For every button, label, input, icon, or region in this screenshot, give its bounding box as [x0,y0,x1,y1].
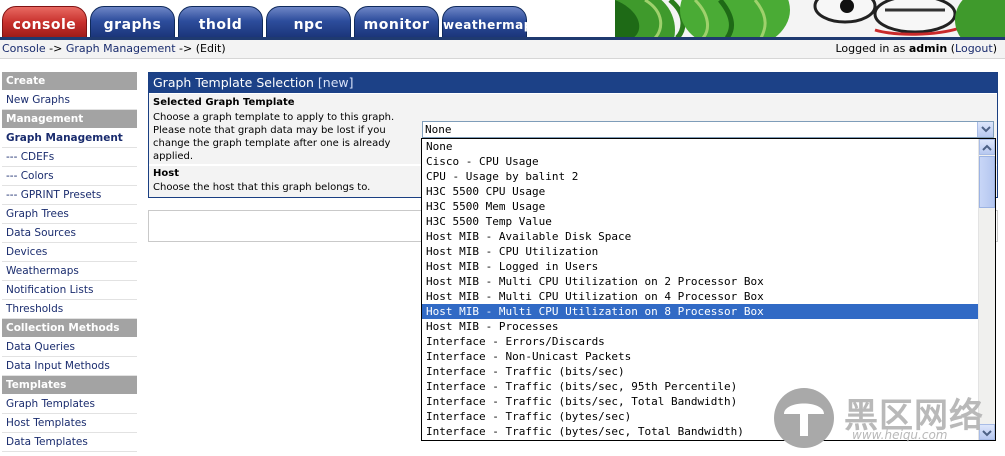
panel-title: Graph Template Selection [new] [149,73,997,93]
dropdown-option[interactable]: Host MIB - Available Disk Space [422,229,978,244]
dropdown-option[interactable]: None [422,139,978,154]
logout-link[interactable]: Logout [955,42,993,55]
dropdown-option[interactable]: Host MIB - Multi CPU Utilization on 8 Pr… [422,304,978,319]
sidebar-item-new-graphs[interactable]: New Graphs [2,91,137,110]
scrollbar-thumb[interactable] [979,156,995,208]
sidebar-item-data-sources[interactable]: Data Sources [2,224,137,243]
watermark: 黑区网络 www.heiqu.com [770,382,1000,452]
graph-template-select[interactable]: None [422,121,994,138]
chevron-down-icon[interactable] [977,122,993,137]
sidebar-item-data-templates[interactable]: Data Templates [2,433,137,452]
dropdown-option[interactable]: Interface - Non-Unicast Packets [422,349,978,364]
scroll-up-icon[interactable] [979,139,995,155]
watermark-url: www.heiqu.com [852,428,948,442]
dropdown-option[interactable]: Interface - Errors/Discards [422,334,978,349]
dropdown-option[interactable]: Host MIB - Multi CPU Utilization on 2 Pr… [422,274,978,289]
menu-header-create: Create [2,72,137,91]
host-description: Choose the host that this graph belongs … [153,182,371,193]
breadcrumb-current: (Edit) [195,42,226,55]
dropdown-option[interactable]: H3C 5500 Temp Value [422,214,978,229]
sidebar-item-gprint-presets[interactable]: --- GPRINT Presets [2,186,137,205]
cactus-logo-image [615,0,1005,38]
host-label: Host [153,168,179,179]
dropdown-option[interactable]: Host MIB - Processes [422,319,978,334]
breadcrumb-graph-management-link[interactable]: Graph Management [66,42,176,55]
sidebar-item-data-input-methods[interactable]: Data Input Methods [2,357,137,376]
tab-graphs[interactable]: graphs [90,6,175,39]
menu-header-management: Management [2,110,137,129]
sidebar-item-data-queries[interactable]: Data Queries [2,338,137,357]
dropdown-option[interactable]: Host MIB - Logged in Users [422,259,978,274]
sidebar-item-notification-lists[interactable]: Notification Lists [2,281,137,300]
sidebar-item-cdefs[interactable]: --- CDEFs [2,148,137,167]
sidebar-menu: Create New Graphs Management Graph Manag… [2,72,137,452]
graph-template-label: Selected Graph Template [153,97,295,108]
login-status: Logged in as admin (Logout) [835,40,997,58]
breadcrumb-console-link[interactable]: Console [2,42,46,55]
login-prefix: Logged in as [835,42,909,55]
menu-header-templates: Templates [2,376,137,395]
tab-monitor[interactable]: monitor [354,6,439,39]
top-navigation: console graphs thold npc monitor weather… [0,0,1005,40]
select-current-value: None [425,123,452,136]
panel-title-tag: [new] [317,75,354,90]
dropdown-option[interactable]: Host MIB - Multi CPU Utilization on 4 Pr… [422,289,978,304]
breadcrumb-bar: Console -> Graph Management -> (Edit) Lo… [0,40,1005,59]
sidebar-item-graph-trees[interactable]: Graph Trees [2,205,137,224]
breadcrumb-separator: -> [45,42,66,55]
dropdown-option[interactable]: Cisco - CPU Usage [422,154,978,169]
dropdown-option[interactable]: H3C 5500 CPU Usage [422,184,978,199]
tab-console[interactable]: console [2,6,87,39]
tab-weathermap[interactable]: weathermap [442,6,532,39]
sidebar-item-graph-management[interactable]: Graph Management [2,129,137,148]
dropdown-option[interactable]: CPU - Usage by balint 2 [422,169,978,184]
sidebar-item-thresholds[interactable]: Thresholds [2,300,137,319]
tab-npc[interactable]: npc [266,6,351,39]
watermark-logo-icon [774,388,834,448]
dropdown-option[interactable]: Interface - Traffic (bits/sec) [422,364,978,379]
menu-header-collection-methods: Collection Methods [2,319,137,338]
tab-thold[interactable]: thold [178,6,263,39]
sidebar-item-devices[interactable]: Devices [2,243,137,262]
sidebar-item-graph-templates[interactable]: Graph Templates [2,395,137,414]
sidebar-item-colors[interactable]: --- Colors [2,167,137,186]
login-open-paren: ( [947,42,956,55]
graph-template-description: Choose a graph template to apply to this… [153,112,395,162]
sidebar-item-weathermaps[interactable]: Weathermaps [2,262,137,281]
breadcrumb-separator: -> [175,42,196,55]
login-username: admin [908,42,948,55]
breadcrumb: Console -> Graph Management -> (Edit) [2,40,226,58]
dropdown-option[interactable]: H3C 5500 Mem Usage [422,199,978,214]
dropdown-option[interactable]: Host MIB - CPU Utilization [422,244,978,259]
login-close-paren: ) [992,42,997,55]
panel-title-text: Graph Template Selection [153,75,314,90]
sidebar-item-host-templates[interactable]: Host Templates [2,414,137,433]
